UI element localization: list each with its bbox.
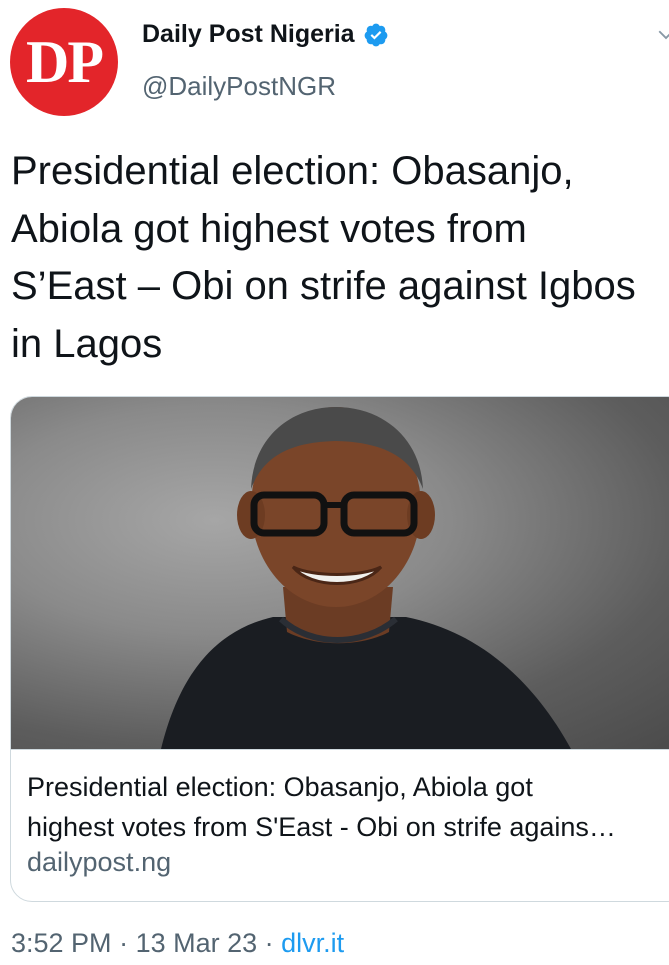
author-name[interactable]: Daily Post Nigeria: [142, 20, 355, 49]
author-handle[interactable]: @DailyPostNGR: [142, 71, 336, 102]
portrait-photo: [161, 407, 571, 749]
chevron-down-icon[interactable]: [657, 26, 669, 44]
tweet-source-link[interactable]: dlvr.it: [281, 928, 344, 958]
tweet-time[interactable]: 3:52 PM: [11, 928, 112, 958]
verified-badge-icon: [364, 23, 387, 46]
card-domain: dailypost.ng: [27, 847, 172, 877]
author-name-row[interactable]: Daily Post Nigeria: [142, 20, 389, 49]
link-preview-card[interactable]: Presidential election: Obasanjo, Abiola …: [10, 396, 669, 902]
card-image[interactable]: [11, 397, 669, 750]
card-title-line-1: Presidential election: Obasanjo, Abiola …: [27, 772, 533, 802]
avatar[interactable]: DP: [10, 8, 118, 116]
card-title-line-2: highest votes from S'East - Obi on strif…: [27, 812, 616, 842]
meta-separator: ·: [111, 928, 136, 958]
avatar-logo-text: DP: [26, 28, 104, 95]
card-title: Presidential election: Obasanjo, Abiola …: [27, 767, 667, 847]
tweet-date[interactable]: 13 Mar 23: [136, 928, 258, 958]
tweet-text: Presidential election: Obasanjo, Abiola …: [11, 149, 636, 366]
meta-separator: ·: [257, 928, 282, 958]
tweet-meta: 3:52 PM · 13 Mar 23 · dlvr.it: [11, 928, 344, 959]
